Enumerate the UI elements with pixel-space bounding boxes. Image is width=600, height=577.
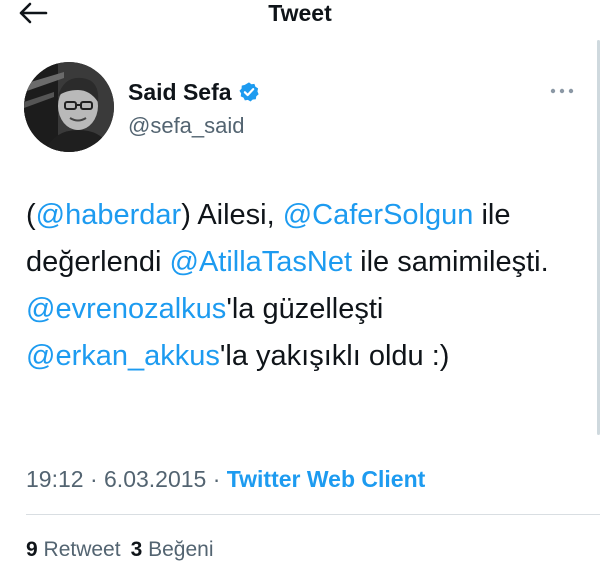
tweet-meta: 19:12 · 6.03.2015 · Twitter Web Client [26, 465, 425, 493]
tweet-text-segment: ) Ailesi, [181, 199, 283, 231]
mention-link[interactable]: @haberdar [36, 199, 182, 231]
mention-link[interactable]: @AtillaTasNet [170, 246, 353, 278]
mention-link[interactable]: @erkan_akkus [26, 340, 220, 372]
tweet-text-segment: ( [26, 199, 36, 231]
retweets-stat[interactable]: 9 Retweet [26, 536, 121, 564]
mention-link[interactable]: @evrenozalkus [26, 293, 226, 325]
verified-badge-icon [239, 82, 259, 102]
profile-photo [24, 62, 114, 152]
likes-count: 3 [130, 538, 143, 561]
user-handle[interactable]: @sefa_said [128, 112, 260, 140]
display-name-row: Said Sefa [128, 78, 260, 106]
author-block: Said Sefa @sefa_said [128, 78, 260, 140]
page-title: Tweet [268, 0, 332, 26]
tweet-text-segment: ile samimileşti. [352, 246, 549, 278]
retweets-label: Retweet [43, 538, 121, 561]
tweet-text-segment: 'la yakışıklı oldu :) [219, 340, 450, 372]
mention-link[interactable]: @CaferSolgun [283, 199, 474, 231]
display-name[interactable]: Said Sefa [128, 78, 232, 106]
likes-label: Beğeni [148, 538, 214, 561]
tweet-time[interactable]: 19:12 [26, 466, 84, 492]
more-horizontal-icon [550, 88, 574, 94]
tweet-text: (@haberdar) Ailesi, @CaferSolgun ile değ… [26, 192, 576, 380]
meta-separator: · [206, 466, 227, 492]
divider [26, 514, 600, 515]
more-button[interactable] [548, 84, 576, 98]
tweet-date[interactable]: 6.03.2015 [104, 466, 206, 492]
top-bar: Tweet [0, 0, 600, 30]
avatar[interactable] [24, 62, 114, 152]
engagement-stats: 9 Retweet 3 Beğeni [26, 536, 224, 564]
meta-separator: · [83, 466, 105, 492]
likes-stat[interactable]: 3 Beğeni [131, 536, 214, 564]
tweet-source-link[interactable]: Twitter Web Client [227, 466, 426, 492]
tweet-text-segment: 'la güzelleşti [226, 293, 384, 325]
retweets-count: 9 [26, 538, 38, 561]
